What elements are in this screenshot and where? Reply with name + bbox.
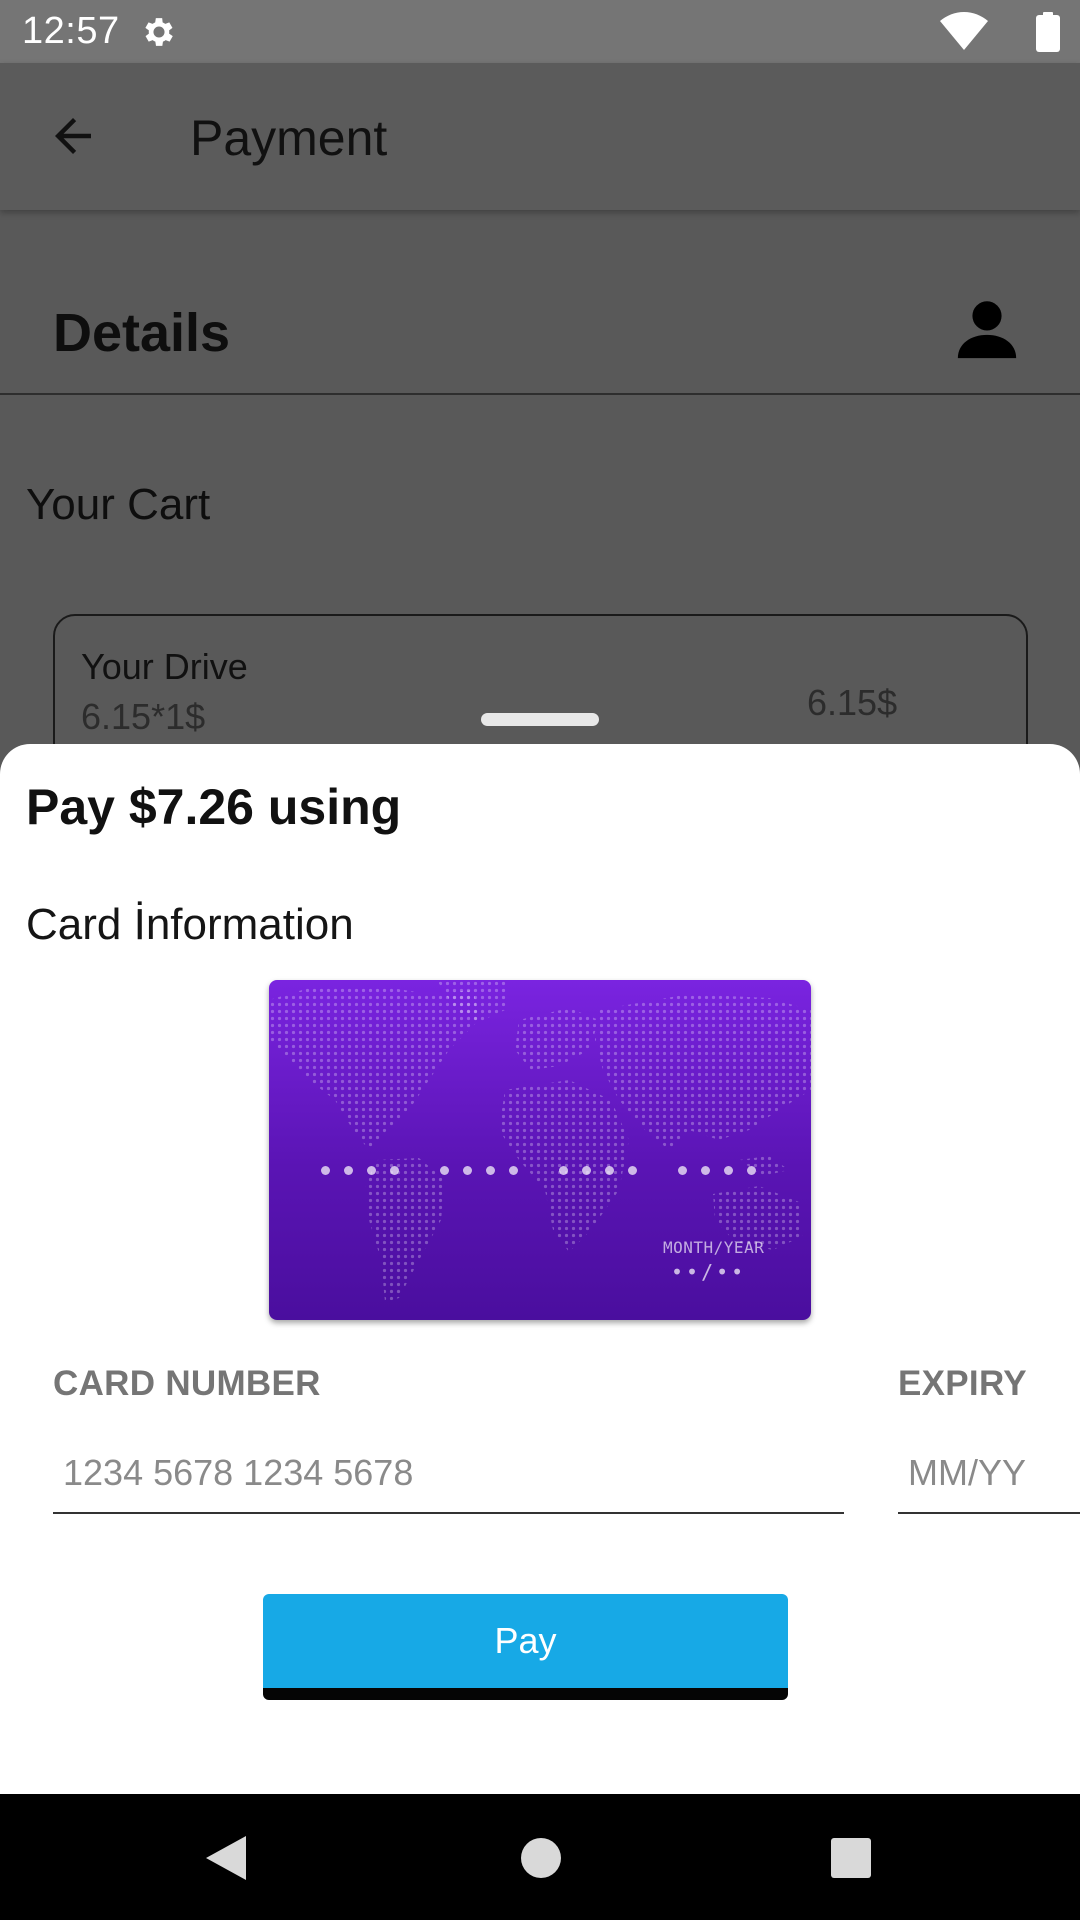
credit-card-preview: MONTH/YEAR ••/•• — [269, 980, 811, 1320]
page-title: Payment — [190, 110, 388, 166]
cart-item-quantity: 6.15*1$ — [81, 696, 206, 737]
payment-bottom-sheet: Pay $7.26 using Card İnformation MONTH/Y… — [0, 744, 1080, 1794]
expiry-input[interactable] — [898, 1434, 1080, 1514]
system-navigation-bar — [0, 1794, 1080, 1920]
card-number-input[interactable] — [53, 1434, 844, 1514]
status-time: 12:57 — [22, 10, 120, 52]
card-number-label: CARD NUMBER — [53, 1364, 321, 1403]
pay-button[interactable]: Pay — [263, 1594, 788, 1700]
details-header: Details — [0, 210, 1080, 395]
person-icon[interactable] — [952, 294, 1022, 364]
cart-item-name: Your Drive — [81, 646, 248, 687]
arrow-back-icon[interactable] — [46, 109, 100, 163]
card-expiry-label: MONTH/YEAR — [663, 1238, 765, 1257]
sheet-drag-handle[interactable] — [481, 713, 599, 726]
details-title: Details — [53, 303, 231, 363]
nav-recents-icon[interactable] — [831, 1838, 871, 1878]
wifi-icon — [940, 12, 988, 50]
screen: 12:57 Payment Details Your Cart Your Dri… — [0, 0, 1080, 1920]
masked-card-number — [321, 1164, 781, 1178]
app-bar: Payment — [0, 63, 1080, 210]
expiry-label: EXPIRY — [898, 1364, 1027, 1403]
card-information-label: Card İnformation — [26, 900, 354, 949]
payment-title: Pay $7.26 using — [26, 779, 402, 835]
battery-icon — [1036, 12, 1060, 52]
gear-icon — [145, 18, 173, 46]
card-expiry-value: ••/•• — [671, 1260, 747, 1284]
nav-back-icon[interactable] — [206, 1836, 246, 1880]
cart-item-price: 6.15$ — [807, 682, 898, 723]
nav-home-icon[interactable] — [521, 1838, 561, 1878]
status-bar: 12:57 — [0, 0, 1080, 63]
cart-title: Your Cart — [26, 480, 211, 529]
